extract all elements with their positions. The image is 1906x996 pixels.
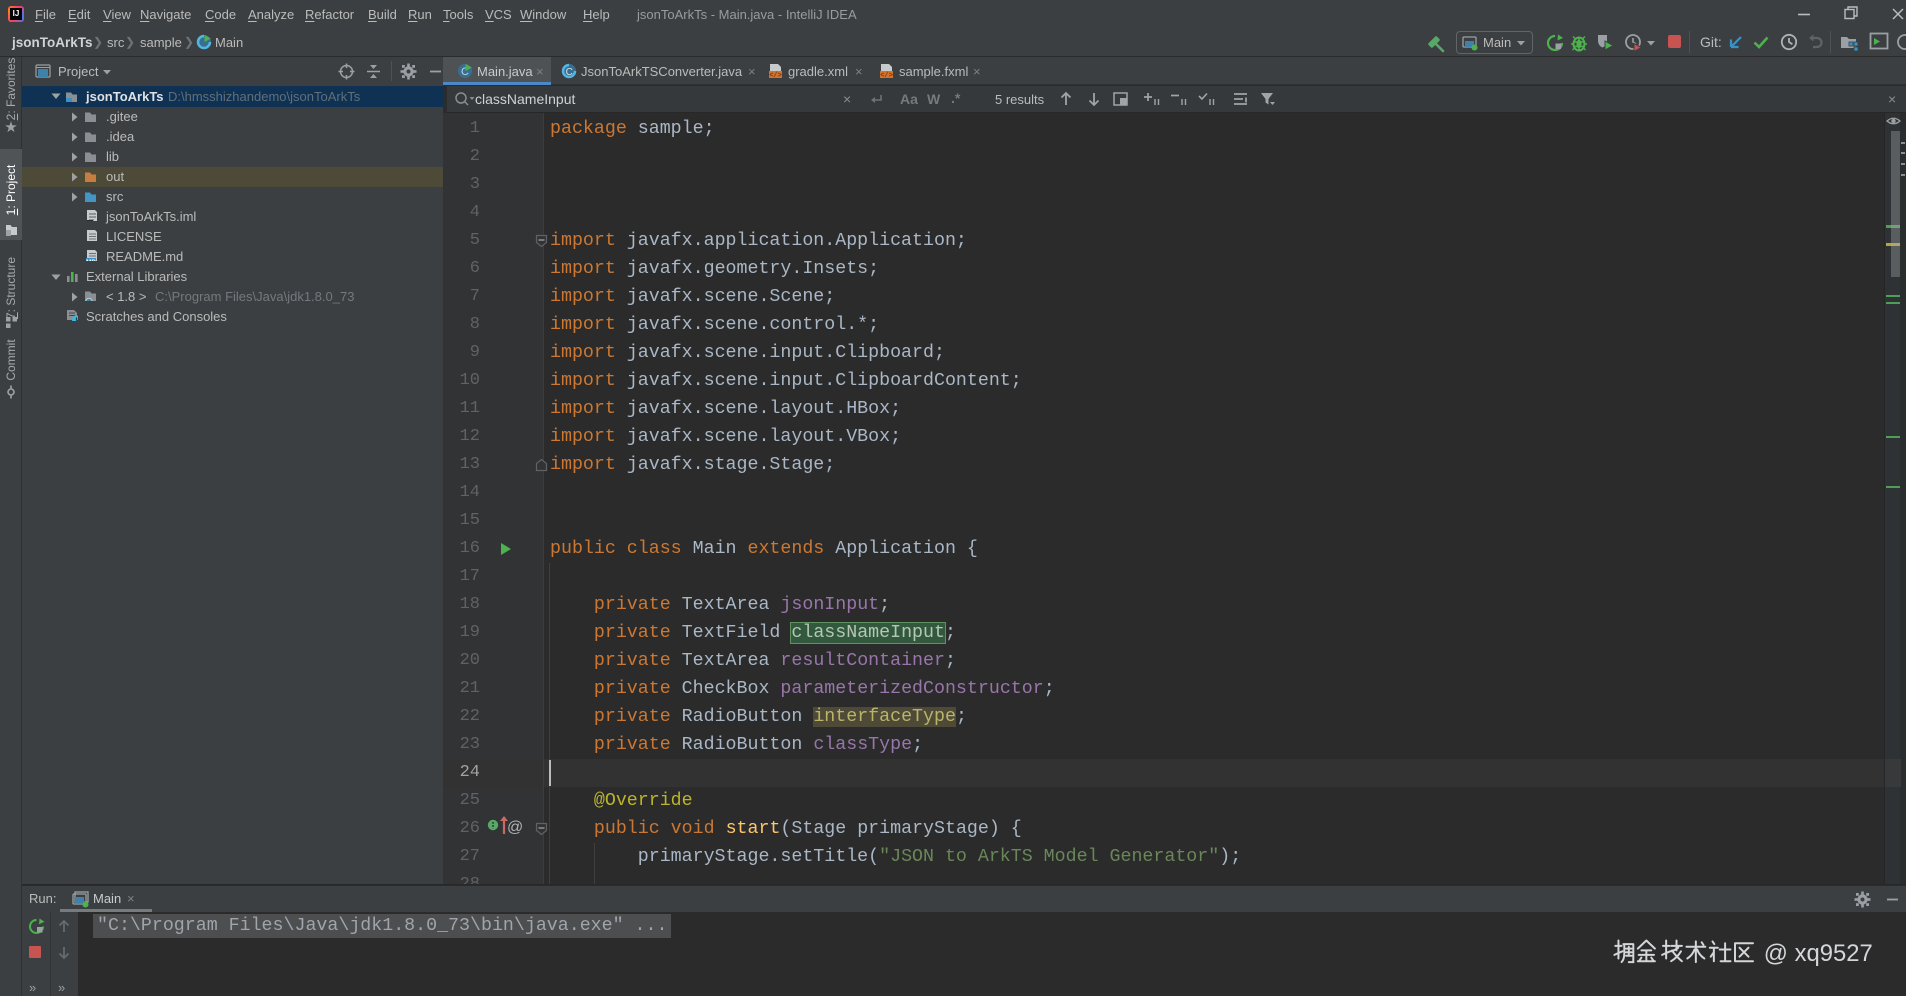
svg-text:@ xq9527: @ xq9527: [1764, 940, 1873, 967]
svg-text:C: C: [566, 67, 573, 78]
svg-text:</>: </>: [880, 72, 893, 79]
svg-text:</>: </>: [769, 72, 782, 79]
svg-text:MD: MD: [86, 259, 96, 261]
